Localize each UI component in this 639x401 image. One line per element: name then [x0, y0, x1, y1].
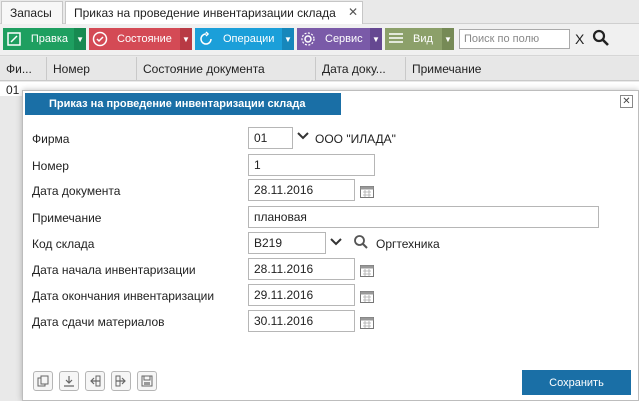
column-header-note[interactable]: Примечание — [406, 57, 639, 81]
caret-down-icon[interactable]: ▼ — [370, 28, 382, 50]
warehouse-label: Код склада — [32, 237, 95, 251]
state-label: Состояние — [117, 33, 172, 45]
close-icon[interactable]: ✕ — [620, 95, 633, 108]
doc-date-label: Дата документа — [32, 184, 121, 198]
calendar-icon[interactable] — [360, 263, 374, 277]
table-cell: 01 — [6, 83, 20, 97]
doc-date-field[interactable]: 28.11.2016 — [248, 179, 355, 201]
handover-date-label: Дата сдачи материалов — [32, 315, 165, 329]
tab-label: Приказ на проведение инвентаризации скла… — [74, 6, 336, 20]
previous-record-icon[interactable] — [85, 371, 105, 391]
edit-button[interactable]: Правка ▼ — [3, 28, 86, 50]
search-icon[interactable] — [353, 234, 369, 253]
calendar-icon[interactable] — [360, 184, 374, 198]
note-label: Примечание — [32, 211, 102, 225]
clear-search-button[interactable]: X — [575, 31, 584, 47]
firm-label: Фирма — [32, 132, 70, 146]
caret-down-icon[interactable]: ▼ — [442, 28, 454, 50]
caret-down-icon[interactable]: ▼ — [180, 28, 192, 50]
tab-label: Запасы — [10, 6, 52, 20]
start-date-label: Дата начала инвентаризации — [32, 263, 196, 277]
search-icon[interactable] — [592, 29, 610, 50]
next-record-icon[interactable] — [111, 371, 131, 391]
end-date-field[interactable]: 29.11.2016 — [248, 284, 355, 306]
refresh-icon — [195, 28, 217, 50]
service-label: Сервис — [325, 33, 363, 45]
firm-name: ООО "ИЛАДА" — [315, 132, 396, 146]
operations-label: Операции — [223, 33, 275, 45]
caret-down-icon[interactable]: ▼ — [282, 28, 294, 50]
save-icon[interactable] — [137, 371, 157, 391]
chevron-down-icon[interactable] — [297, 129, 309, 144]
view-button[interactable]: Вид ▼ — [385, 28, 454, 50]
column-header-date[interactable]: Дата доку... — [316, 57, 406, 81]
chevron-down-icon[interactable] — [330, 235, 342, 250]
tab-bar: Запасы Приказ на проведение инвентаризац… — [0, 0, 639, 24]
start-date-field[interactable]: 28.11.2016 — [248, 258, 355, 280]
operations-button[interactable]: Операции ▼ — [195, 28, 294, 50]
note-field[interactable]: плановая — [248, 206, 599, 228]
end-date-label: Дата окончания инвентаризации — [32, 289, 215, 303]
calendar-icon[interactable] — [360, 315, 374, 329]
number-label: Номер — [32, 159, 69, 173]
dialog-title: Приказ на проведение инвентаризации скла… — [25, 93, 341, 115]
column-header-state[interactable]: Состояние документа — [137, 57, 316, 81]
close-icon[interactable]: ✕ — [348, 5, 358, 19]
caret-down-icon[interactable]: ▼ — [74, 28, 86, 50]
view-label: Вид — [413, 33, 433, 45]
number-field[interactable]: 1 — [248, 154, 375, 176]
gear-icon — [297, 28, 319, 50]
handover-date-field[interactable]: 30.11.2016 — [248, 310, 355, 332]
copy-icon[interactable] — [33, 371, 53, 391]
circle-check-icon — [89, 28, 111, 50]
tab-stocks[interactable]: Запасы — [1, 1, 63, 24]
tab-inventory-order[interactable]: Приказ на проведение инвентаризации скла… — [65, 1, 363, 24]
warehouse-name: Оргтехника — [376, 237, 440, 251]
grid-header: Фи... Номер Состояние документа Дата док… — [0, 57, 639, 81]
edit-label: Правка — [30, 33, 69, 45]
edit-icon — [3, 28, 25, 50]
column-header-firm[interactable]: Фи... — [0, 57, 47, 81]
inventory-order-dialog: Приказ на проведение инвентаризации скла… — [22, 90, 639, 401]
search-input[interactable] — [459, 29, 570, 49]
column-header-number[interactable]: Номер — [47, 57, 137, 81]
download-icon[interactable] — [59, 371, 79, 391]
toolbar: Правка ▼ Состояние ▼ Операции ▼ Сервис ▼… — [0, 24, 639, 56]
save-button[interactable]: Сохранить — [522, 370, 631, 395]
calendar-icon[interactable] — [360, 289, 374, 303]
list-view-icon — [385, 28, 407, 50]
service-button[interactable]: Сервис ▼ — [297, 28, 382, 50]
state-button[interactable]: Состояние ▼ — [89, 28, 192, 50]
warehouse-field[interactable]: В219 — [248, 232, 326, 254]
firm-field[interactable]: 01 — [248, 127, 293, 149]
